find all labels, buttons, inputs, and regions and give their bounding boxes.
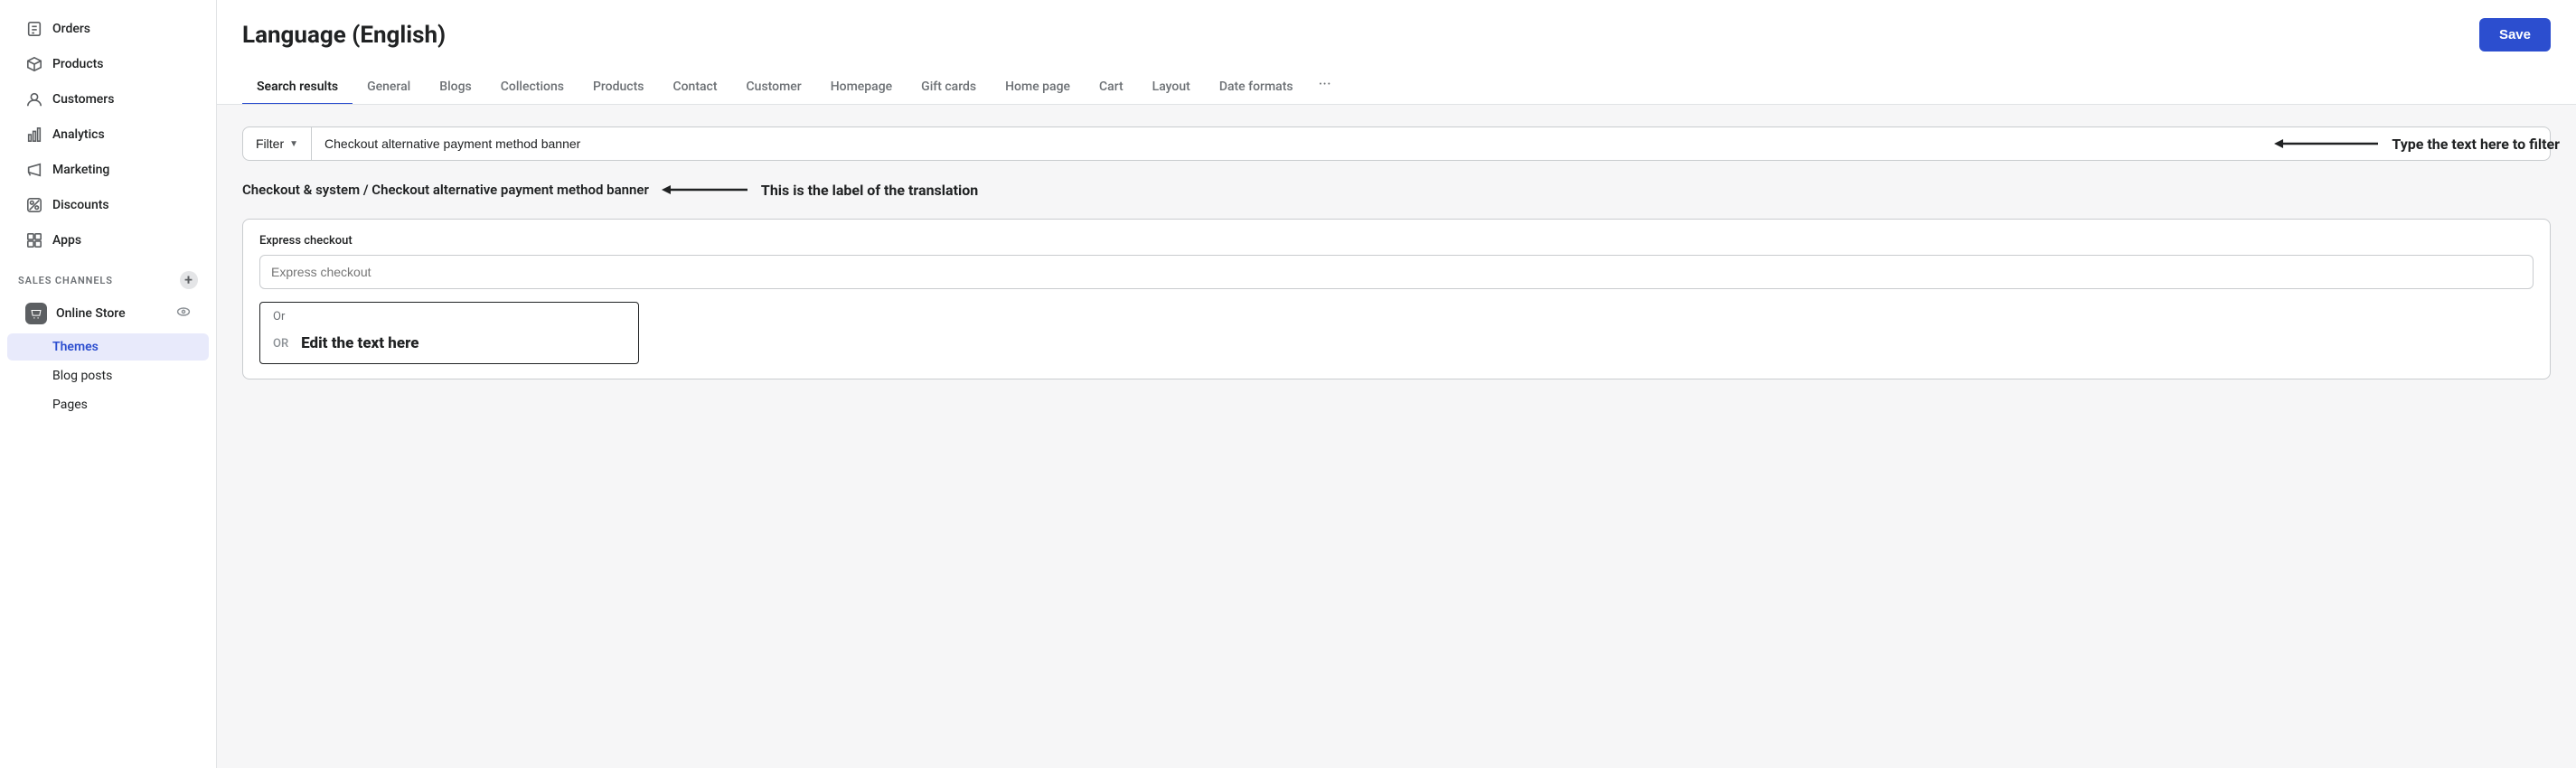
pages-label: Pages	[52, 398, 88, 412]
online-store-label: Online Store	[56, 306, 126, 321]
translation-label-row: Checkout & system / Checkout alternative…	[242, 179, 2551, 201]
tabs-bar: Search results General Blogs Collections…	[217, 66, 2576, 105]
apps-icon	[25, 231, 43, 249]
field-label: Express checkout	[259, 234, 2534, 248]
sidebar-item-orders-label: Orders	[52, 22, 90, 36]
sidebar-item-products[interactable]: Products	[7, 47, 209, 81]
sidebar-item-customers[interactable]: Customers	[7, 82, 209, 117]
content-area: Filter ▼ Type the text here to filter Ch…	[217, 105, 2576, 768]
page-header: Language (English) Save	[217, 0, 2576, 66]
sidebar-item-online-store[interactable]: Online Store	[7, 295, 209, 332]
filter-button-label: Filter	[256, 136, 284, 151]
edit-row: OR Edit the text here	[260, 327, 638, 363]
sidebar-sub-item-blog-posts[interactable]: Blog posts	[7, 362, 209, 389]
orders-icon	[25, 20, 43, 38]
filter-button[interactable]: Filter ▼	[243, 127, 312, 160]
field-section: Express checkout Or OR Edit the text her…	[242, 219, 2551, 379]
add-sales-channel-button[interactable]: +	[180, 271, 198, 289]
sidebar-item-marketing-label: Marketing	[52, 163, 109, 177]
tab-general[interactable]: General	[353, 70, 425, 105]
tab-gift-cards[interactable]: Gift cards	[907, 70, 991, 105]
sidebar-item-analytics[interactable]: Analytics	[7, 117, 209, 152]
translation-annotation: This is the label of the translation	[662, 179, 978, 201]
tab-blogs[interactable]: Blogs	[425, 70, 486, 105]
tab-cart[interactable]: Cart	[1085, 70, 1138, 105]
sidebar-item-orders[interactable]: Orders	[7, 12, 209, 46]
sidebar-item-analytics-label: Analytics	[52, 127, 105, 142]
or-text: OR	[273, 337, 288, 351]
blog-posts-label: Blog posts	[52, 369, 112, 383]
or-label: Or	[260, 303, 638, 327]
sidebar-item-products-label: Products	[52, 57, 104, 71]
filter-bar: Filter ▼	[242, 126, 2551, 161]
sidebar: Orders Products Customers Analytics	[0, 0, 217, 768]
filter-section: Filter ▼ Type the text here to filter	[242, 126, 2551, 161]
tab-products[interactable]: Products	[578, 70, 659, 105]
translation-label: Checkout & system / Checkout alternative…	[242, 182, 649, 198]
or-edit-box: Or OR Edit the text here	[259, 302, 639, 364]
themes-label: Themes	[52, 340, 99, 354]
marketing-icon	[25, 161, 43, 179]
tab-date-formats[interactable]: Date formats	[1205, 70, 1308, 105]
tab-home-page[interactable]: Home page	[991, 70, 1085, 105]
tab-homepage[interactable]: Homepage	[816, 70, 907, 105]
translation-annotation-text: This is the label of the translation	[761, 182, 978, 199]
filter-input[interactable]	[312, 127, 2550, 160]
main-content: Language (English) Save Search results G…	[217, 0, 2576, 768]
tab-collections[interactable]: Collections	[486, 70, 578, 105]
edit-text[interactable]: Edit the text here	[301, 334, 418, 352]
tab-layout[interactable]: Layout	[1138, 70, 1205, 105]
discounts-icon	[25, 196, 43, 214]
sidebar-sub-item-themes[interactable]: Themes	[7, 333, 209, 361]
tab-contact[interactable]: Contact	[658, 70, 731, 105]
sidebar-sub-item-pages[interactable]: Pages	[7, 391, 209, 418]
sidebar-item-marketing[interactable]: Marketing	[7, 153, 209, 187]
tab-search-results[interactable]: Search results	[242, 70, 353, 105]
products-icon	[25, 55, 43, 73]
field-input[interactable]	[259, 255, 2534, 289]
sales-channels-section: SALES CHANNELS +	[0, 258, 216, 295]
sidebar-item-customers-label: Customers	[52, 92, 114, 107]
sidebar-item-discounts[interactable]: Discounts	[7, 188, 209, 222]
save-button[interactable]: Save	[2479, 18, 2551, 52]
analytics-icon	[25, 126, 43, 144]
customers-icon	[25, 90, 43, 108]
eye-icon	[176, 304, 191, 323]
online-store-icon	[25, 303, 47, 324]
tab-more-button[interactable]: ···	[1308, 66, 1342, 105]
page-title: Language (English)	[242, 22, 446, 49]
tab-customer[interactable]: Customer	[732, 70, 816, 105]
chevron-down-icon: ▼	[289, 139, 298, 149]
sidebar-item-apps-label: Apps	[52, 233, 81, 248]
sidebar-item-discounts-label: Discounts	[52, 198, 109, 212]
sidebar-nav: Orders Products Customers Analytics	[0, 11, 216, 258]
arrow-left-icon-2	[662, 179, 752, 201]
sidebar-item-apps[interactable]: Apps	[7, 223, 209, 258]
